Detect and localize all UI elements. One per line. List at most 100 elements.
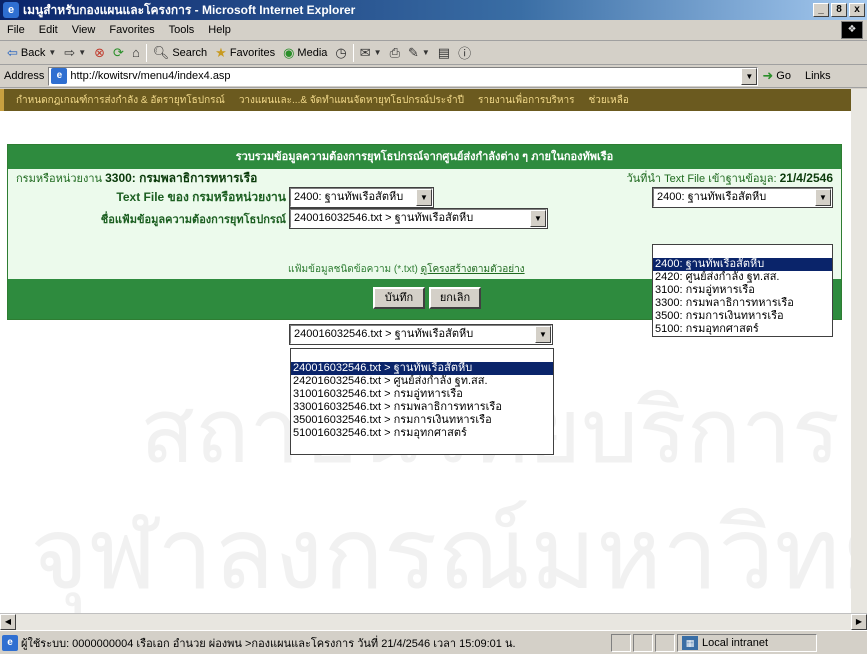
standard-toolbar: ⇦ Back ▼ ⇨ ▼ ⊗ ⟳ ⌂ 🔍︎ Search ★ Favorites… [0,41,867,65]
date-value: 21/4/2546 [779,171,833,185]
address-input[interactable]: e http://kowitsrv/menu4/index4.asp ▼ [48,66,759,86]
chevron-down-icon[interactable]: ▼ [535,326,551,343]
back-button[interactable]: ⇦ Back ▼ [3,42,60,64]
address-label: Address [4,70,45,82]
minimize-button[interactable]: _ [813,3,829,17]
status-pane [611,633,631,652]
menu-help[interactable]: Help [201,24,238,36]
list-item[interactable]: 2420: ศูนย์ส่งกำลัง ฐท.สส. [653,271,832,284]
list-item[interactable]: 310016032546.txt > กรมอู่ทหารเรือ [291,388,553,401]
address-url: http://kowitsrv/menu4/index4.asp [70,70,231,82]
refresh-icon: ⟳ [113,44,124,60]
date-info: วันที่นำ Text File เข้าฐานข้อมูล: 21/4/2… [626,169,833,187]
scroll-left-button[interactable]: ◀ [0,614,16,630]
discuss-button[interactable]: ▤ [434,42,454,64]
status-bar: e ผู้ใช้ระบบ: 0000000004 เรือเอก อำนวย ผ… [0,630,867,654]
close-button[interactable]: x [849,3,865,17]
list-item[interactable]: 2400: ฐานทัพเรือสัตหีบ [653,258,832,271]
panel-info-row: กรมหรือหน่วยงาน 3300: กรมพลาธิการทหารเรื… [8,169,841,187]
info-icon: ⓘ [458,46,472,61]
edit-button[interactable]: ✎ ▼ [404,42,434,64]
media-button[interactable]: ◉ Media [279,42,331,64]
menu-file[interactable]: File [0,24,32,36]
file-select-lower-value: 240016032546.txt > ฐานทัพเรือสัตหีบ [294,328,474,340]
textfile-label: Text File ของ กรมหรือหน่วยงาน [116,190,286,204]
file-select-lower[interactable]: 240016032546.txt > ฐานทัพเรือสัตหีบ ▼ [289,324,553,345]
chevron-down-icon[interactable]: ▼ [416,189,432,206]
go-label: Go [776,70,791,82]
window-title: เมนูสำหรับกองแผนและโครงการ - Microsoft I… [23,2,356,17]
history-button[interactable]: ◷ [331,42,350,64]
address-dropdown-button[interactable]: ▼ [741,67,758,85]
status-text: ผู้ใช้ระบบ: 0000000004 เรือเอก อำนวย ผ่อ… [21,637,516,650]
nav-rules[interactable]: กำหนดกฎเกณฑ์การส่งกำลัง & อัตรายุทโธปกรณ… [16,93,225,108]
favorites-icon: ★ [215,44,227,60]
menu-edit[interactable]: Edit [32,24,65,36]
nav-reports[interactable]: รายงานเพื่อการบริหาร [478,93,575,108]
zone-label: Local intranet [702,636,769,649]
status-pane [655,633,675,652]
refresh-button[interactable]: ⟳ [109,42,128,64]
list-item[interactable]: 3500: กรมการเงินทหารเรือ [653,310,832,323]
cancel-button[interactable]: ยกเลิก [429,287,481,309]
toolbar-separator [145,43,147,62]
back-arrow-icon: ⇦ [7,44,18,60]
list-item[interactable]: 510016032546.txt > กรมอุทกศาสตร์ [291,427,553,440]
unit-label: กรมหรือหน่วยงาน [16,172,103,185]
list-item[interactable]: 330016032546.txt > กรมพลาธิการทหารเรือ [291,401,553,414]
print-button[interactable]: ⎙ [386,42,404,64]
unit-info: กรมหรือหน่วยงาน 3300: กรมพลาธิการทหารเรื… [16,169,257,188]
stop-button[interactable]: ⊗ [90,42,109,64]
vertical-scrollbar[interactable] [851,89,867,613]
date-label: วันที่นำ Text File เข้าฐานข้อมูล: [626,173,777,185]
list-item[interactable]: 350016032546.txt > กรมการเงินทหารเรือ [291,414,553,427]
list-item[interactable]: 3300: กรมพลาธิการทหารเรือ [653,297,832,310]
textfile-unit-select[interactable]: 2400: ฐานทัพเรือสัตหีบ ▼ [289,187,434,208]
hint-text: แฟ้มข้อมูลชนิดข้อความ (*.txt) [288,264,418,275]
list-item[interactable] [653,245,832,258]
chevron-down-icon[interactable]: ▼ [815,189,831,206]
toolbar-separator [352,43,354,62]
links-button[interactable]: Links [805,70,831,82]
edit-icon: ✎ [407,44,419,60]
page-icon: e [51,68,68,84]
chevron-down-icon[interactable]: ▼ [530,210,546,227]
horizontal-scrollbar[interactable]: ◀ ▶ [0,613,867,630]
research-button[interactable]: ⓘ [454,42,475,64]
menu-favorites[interactable]: Favorites [102,24,161,36]
forward-button[interactable]: ⇨ ▼ [60,42,90,64]
address-bar: Address e http://kowitsrv/menu4/index4.a… [0,65,867,88]
list-item[interactable] [291,349,553,362]
menu-tools[interactable]: Tools [162,24,202,36]
go-button[interactable]: ➜ Go [762,68,791,84]
file-dropdown-list: 240016032546.txt > ฐานทัพเรือสัตหีบ 2420… [290,348,554,455]
filename-select[interactable]: 240016032546.txt > ฐานทัพเรือสัตหีบ ▼ [289,208,548,229]
textfile-row: Text File ของ กรมหรือหน่วยงาน 2400: ฐานท… [8,187,434,208]
mail-button[interactable]: ✉ ▼ [356,42,386,64]
list-item[interactable]: 3100: กรมอู่ทหารเรือ [653,284,832,297]
list-item[interactable]: 242016032546.txt > ศูนย์ส่งกำลัง ฐท.สส. [291,375,553,388]
save-button[interactable]: บันทึก [373,287,425,309]
back-label: Back [20,46,46,59]
home-button[interactable]: ⌂ [128,42,144,64]
panel-header: รวบรวมข้อมูลความต้องการยุทโธปกรณ์จากศูนย… [8,145,841,169]
nav-help[interactable]: ช่วยเหลือ [589,93,629,108]
search-button[interactable]: 🔍︎ Search [149,42,211,64]
right-unit-select[interactable]: 2400: ฐานทัพเรือสัตหีบ ▼ [652,187,833,208]
scroll-right-button[interactable]: ▶ [851,614,867,630]
menu-view[interactable]: View [65,24,103,36]
go-arrow-icon: ➜ [762,68,774,83]
list-item[interactable]: 5100: กรมอุทกศาสตร์ [653,323,832,336]
status-pane [633,633,653,652]
search-icon: 🔍︎ [152,44,170,60]
nav-planning[interactable]: วางแผนและ...& จัดทำแผนจัดหายุทโธปกรณ์ประ… [239,93,464,108]
favorites-button[interactable]: ★ Favorites [211,42,279,64]
stop-icon: ⊗ [94,44,106,60]
search-label: Search [172,46,208,59]
maximize-button[interactable]: 8 [831,3,847,17]
top-navigation: กำหนดกฎเกณฑ์การส่งกำลัง & อัตรายุทโธปกรณ… [0,89,851,111]
example-structure-link[interactable]: ดูโครงสร้างตามตัวอย่าง [421,264,525,275]
list-item[interactable]: 240016032546.txt > ฐานทัพเรือสัตหีบ [291,362,553,375]
window-titlebar: e เมนูสำหรับกองแผนและโครงการ - Microsoft… [0,0,867,20]
forward-arrow-icon: ⇨ [64,44,76,60]
